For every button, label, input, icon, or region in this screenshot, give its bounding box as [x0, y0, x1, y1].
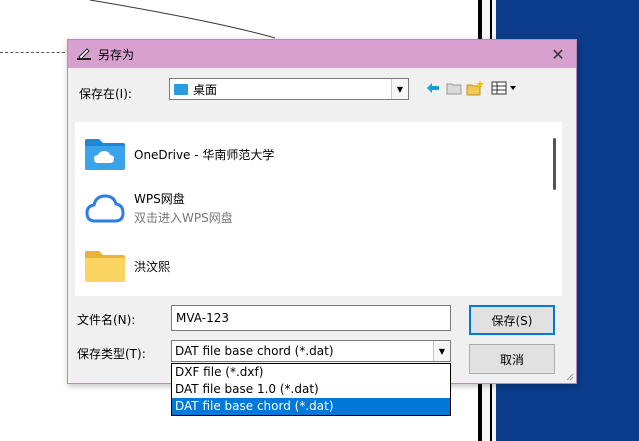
- filename-label: 文件名(N):: [77, 313, 136, 327]
- close-button[interactable]: ✕: [540, 40, 576, 68]
- save-pen-icon: [75, 45, 93, 63]
- save-as-dialog: 另存为 ✕ 保存在(I): 桌面 ▼ OneDrive - 华南师范大学 WPS…: [67, 39, 577, 384]
- list-item-wps[interactable]: WPS网盘 双击进入WPS网盘: [84, 190, 233, 226]
- resize-grip-icon[interactable]: [564, 371, 574, 381]
- filetype-label: 保存类型(T):: [77, 347, 146, 361]
- file-list[interactable]: OneDrive - 华南师范大学 WPS网盘 双击进入WPS网盘 洪汶熙: [75, 122, 555, 296]
- save-in-label: 保存在(I):: [79, 87, 132, 101]
- list-item-onedrive[interactable]: OneDrive - 华南师范大学: [84, 136, 274, 172]
- filetype-option-dxf[interactable]: DXF file (*.dxf): [172, 364, 450, 381]
- filetype-combo[interactable]: DAT file base chord (*.dat) ▼: [171, 340, 451, 362]
- dialog-title: 另存为: [98, 47, 135, 62]
- chevron-down-icon: ▼: [391, 79, 408, 99]
- list-item-name: 洪汶熙: [134, 259, 171, 274]
- save-button[interactable]: 保存(S): [469, 305, 555, 335]
- dialog-titlebar[interactable]: 另存为 ✕: [68, 40, 576, 68]
- scrollbar-thumb[interactable]: [553, 138, 556, 190]
- list-item-text: WPS网盘 双击进入WPS网盘: [134, 190, 233, 226]
- view-menu-icon[interactable]: [490, 80, 520, 96]
- chevron-down-icon: ▼: [433, 341, 450, 361]
- folder-icon: [84, 248, 126, 284]
- list-item-folder[interactable]: 洪汶熙: [84, 248, 170, 284]
- filename-input[interactable]: MVA-123: [171, 305, 451, 331]
- filetype-option-dat-chord[interactable]: DAT file base chord (*.dat): [172, 398, 450, 415]
- up-folder-icon[interactable]: [445, 80, 463, 96]
- list-item-subtitle: 双击进入WPS网盘: [134, 211, 233, 225]
- list-item-name: WPS网盘: [134, 192, 185, 206]
- filetype-dropdown-list[interactable]: DXF file (*.dxf) DAT file base 1.0 (*.da…: [171, 363, 451, 416]
- new-folder-icon[interactable]: [466, 80, 484, 96]
- filetype-value: DAT file base chord (*.dat): [175, 344, 334, 358]
- wps-cloud-icon: [84, 190, 126, 226]
- file-list-scrollbar[interactable]: [548, 122, 562, 296]
- cancel-button[interactable]: 取消: [469, 344, 555, 374]
- list-item-name: OneDrive - 华南师范大学: [134, 147, 275, 162]
- onedrive-folder-icon: [84, 136, 126, 172]
- background-curve: [90, 0, 276, 39]
- save-in-value: 桌面: [193, 82, 218, 97]
- back-arrow-icon[interactable]: [424, 80, 442, 96]
- save-in-combo[interactable]: 桌面 ▼: [169, 78, 409, 100]
- close-icon: ✕: [551, 44, 565, 64]
- background-dashed-line: [0, 52, 70, 53]
- desktop-folder-icon: [174, 83, 188, 95]
- filetype-option-dat-base[interactable]: DAT file base 1.0 (*.dat): [172, 381, 450, 398]
